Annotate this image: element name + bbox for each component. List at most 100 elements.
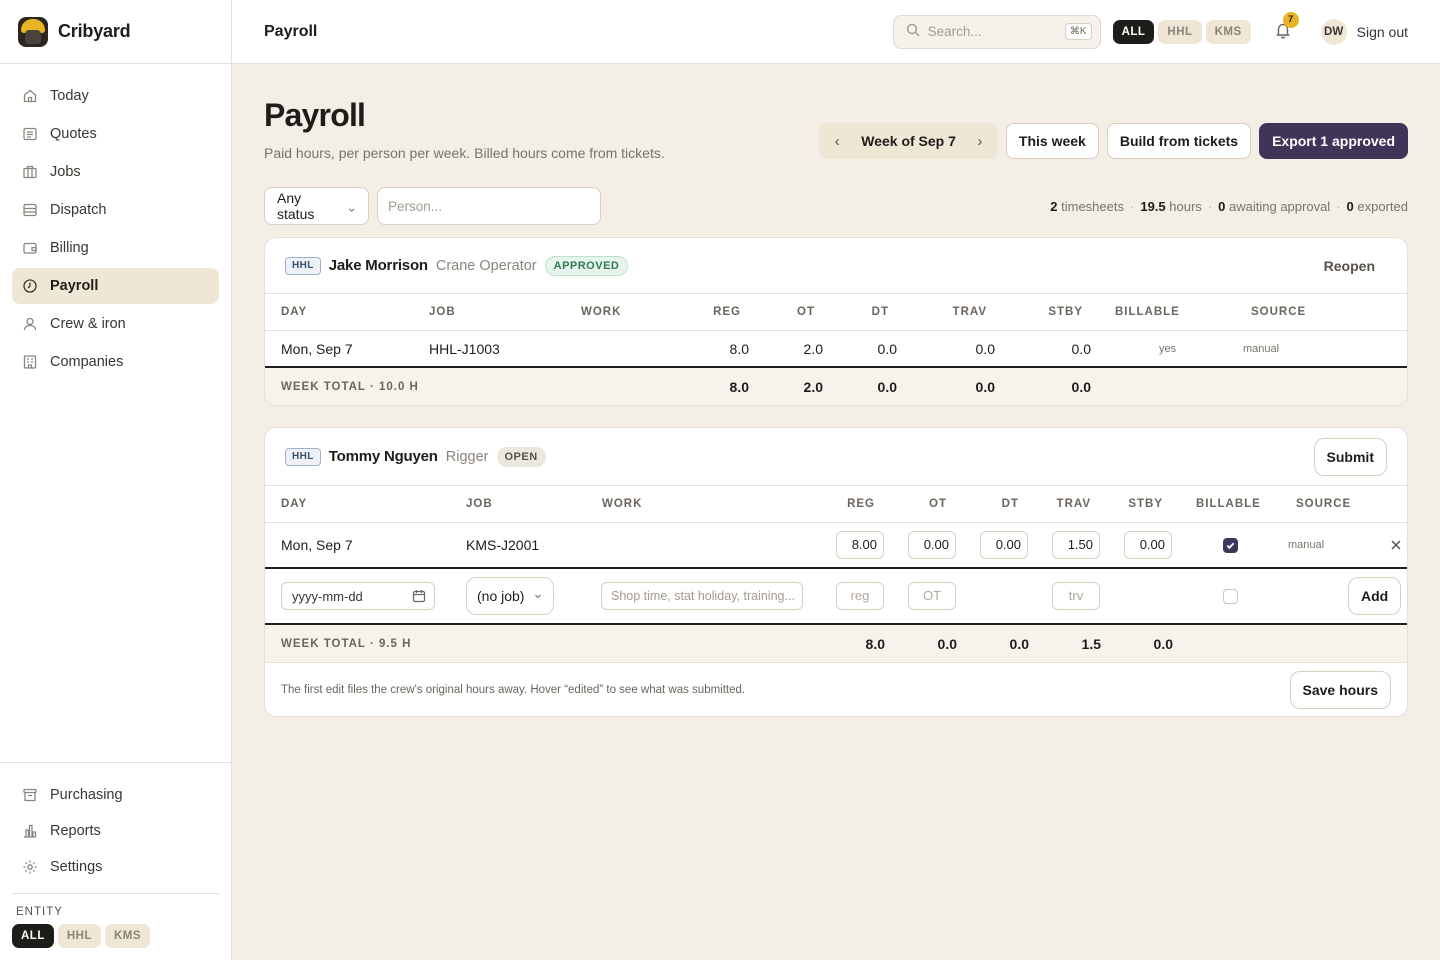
card-footer: The first edit files the crew's original… [265, 662, 1407, 716]
topbar-pill-all[interactable]: ALL [1112, 19, 1155, 44]
sidebar-item-label: Reports [50, 823, 101, 839]
sidebar: Cribyard Today Quotes Jobs Dispatch Bill… [0, 0, 232, 960]
row-trav: 0.0 [975, 340, 995, 357]
billable-checkbox[interactable] [1223, 537, 1238, 553]
new-ot-input[interactable]: OT [908, 582, 956, 611]
save-hours-button[interactable]: Save hours [1289, 670, 1391, 709]
new-reg-input[interactable]: reg [836, 582, 884, 611]
hours-label: hours [1169, 198, 1202, 214]
trav-hours-input[interactable]: 1.50 [1052, 531, 1100, 560]
col-stby: STBY [1128, 498, 1163, 511]
col-day: DAY [281, 306, 308, 319]
entity-pill-kms[interactable]: KMS [105, 924, 151, 948]
week-navigator: ‹ Week of Sep 7 › [819, 123, 998, 159]
sidebar-item-label: Today [50, 88, 89, 104]
sidebar-item-companies[interactable]: Companies [12, 344, 219, 380]
week-total-label: WEEK TOTAL · 9.5 H [281, 637, 412, 650]
timesheets-count: 2 [1050, 198, 1058, 214]
row-source: manual [1288, 539, 1325, 552]
table-row: Mon, Sep 7 KMS-J2001 8.00 0.00 0.00 1.50… [265, 523, 1407, 570]
this-week-button[interactable]: This week [1005, 123, 1099, 159]
logo [18, 16, 48, 47]
date-placeholder: yyyy-mm-dd [292, 588, 363, 604]
sidebar-item-label: Payroll [50, 278, 99, 294]
total-ot: 2.0 [803, 378, 823, 395]
sidebar-item-payroll[interactable]: Payroll [12, 268, 219, 304]
ot-hours-input[interactable]: 0.00 [908, 531, 956, 560]
work-description-input[interactable]: Shop time, stat holiday, training... [601, 582, 803, 611]
sidebar-item-reports[interactable]: Reports [12, 813, 219, 849]
sidebar-item-quotes[interactable]: Quotes [12, 116, 219, 152]
next-week-button[interactable]: › [968, 133, 992, 150]
search-shortcut: ⌘K [1064, 23, 1092, 40]
status-filter[interactable]: Any status [264, 187, 369, 226]
row-ot: 2.0 [803, 340, 823, 357]
row-job: HHL-J1003 [429, 340, 500, 357]
sidebar-item-dispatch[interactable]: Dispatch [12, 192, 219, 228]
prev-week-button[interactable]: ‹ [825, 133, 849, 150]
sidebar-item-crew-iron[interactable]: Crew & iron [12, 306, 219, 342]
sign-out-link[interactable]: Sign out [1357, 24, 1408, 40]
build-from-tickets-button[interactable]: Build from tickets [1106, 123, 1252, 159]
notifications-button[interactable]: 7 [1269, 11, 1299, 46]
search-input[interactable]: Search... ⌘K [892, 14, 1101, 49]
topbar-pill-kms[interactable]: KMS [1205, 19, 1251, 44]
person-name: Tommy Nguyen [328, 448, 438, 466]
person-role: Crane Operator [435, 257, 537, 274]
person-role: Rigger [445, 448, 489, 465]
topbar-pill-hhl[interactable]: HHL [1158, 19, 1202, 44]
row-source: manual [1243, 342, 1280, 355]
app-root: Cribyard Today Quotes Jobs Dispatch Bill… [0, 0, 1440, 960]
reg-hours-input[interactable]: 8.00 [836, 531, 884, 560]
sidebar-item-settings[interactable]: Settings [12, 849, 219, 885]
timesheet-header: HHL Tommy Nguyen Rigger OPEN Submit [265, 428, 1407, 487]
total-ot: 0.0 [937, 635, 957, 652]
wallet-icon [22, 240, 38, 256]
building-icon [22, 164, 38, 180]
sidebar-bottom: Purchasing Reports Settings ENTITY ALL H… [0, 762, 231, 960]
chevron-down-icon [535, 594, 541, 599]
col-ot: OT [929, 498, 947, 511]
total-trav: 0.0 [975, 378, 995, 395]
export-approved-button[interactable]: Export 1 approved [1259, 123, 1408, 159]
table-row: Mon, Sep 7 HHL-J1003 8.0 2.0 0.0 0.0 0.0… [265, 331, 1407, 369]
total-reg: 8.0 [865, 635, 885, 652]
total-stby: 0.0 [1153, 635, 1173, 652]
sidebar-item-purchasing[interactable]: Purchasing [12, 777, 219, 813]
topbar-entity-switcher: ALL HHL KMS [1112, 19, 1251, 44]
row-job: KMS-J2001 [466, 537, 540, 554]
job-select[interactable]: (no job) [466, 577, 554, 616]
total-trav: 1.5 [1081, 635, 1101, 652]
chart-icon [22, 823, 38, 839]
brand-name: Cribyard [58, 21, 131, 41]
entity-pill-hhl[interactable]: HHL [57, 924, 101, 948]
list-icon [22, 202, 38, 218]
date-field[interactable]: yyyy-mm-dd [281, 582, 435, 611]
summary-stats: 2 timesheets · 19.5 hours · 0 awaiting a… [1050, 198, 1408, 214]
col-day: DAY [281, 498, 308, 511]
col-job: JOB [466, 498, 493, 511]
new-billable-checkbox[interactable] [1223, 588, 1238, 604]
add-entry-button[interactable]: Add [1348, 577, 1402, 616]
entity-pill-all[interactable]: ALL [12, 924, 54, 948]
row-day: Mon, Sep 7 [281, 537, 353, 554]
sidebar-item-jobs[interactable]: Jobs [12, 154, 219, 190]
stby-hours-input[interactable]: 0.00 [1124, 531, 1172, 560]
edit-note: The first edit files the crew's original… [281, 683, 746, 696]
submit-button[interactable]: Submit [1313, 437, 1387, 476]
main: Payroll Search... ⌘K ALL HHL KMS 7 DW Si… [232, 0, 1440, 960]
sidebar-item-billing[interactable]: Billing [12, 230, 219, 266]
reopen-button[interactable]: Reopen [1312, 258, 1387, 274]
dt-hours-input[interactable]: 0.00 [980, 531, 1028, 560]
total-dt: 0.0 [1009, 635, 1029, 652]
topbar-right: Search... ⌘K ALL HHL KMS 7 DW Sign out [892, 11, 1408, 49]
col-job: JOB [429, 306, 456, 319]
new-trav-input[interactable]: trv [1052, 582, 1100, 611]
table-header: DAY JOB WORK REG OT DT TRAV STBY BILLABL… [265, 294, 1407, 332]
remove-row-button[interactable] [1389, 538, 1403, 552]
brand[interactable]: Cribyard [0, 0, 231, 64]
sidebar-item-today[interactable]: Today [12, 78, 219, 114]
person-filter-input[interactable]: Person... [377, 187, 601, 226]
exported-count: 0 [1346, 198, 1354, 214]
avatar[interactable]: DW [1320, 18, 1347, 45]
